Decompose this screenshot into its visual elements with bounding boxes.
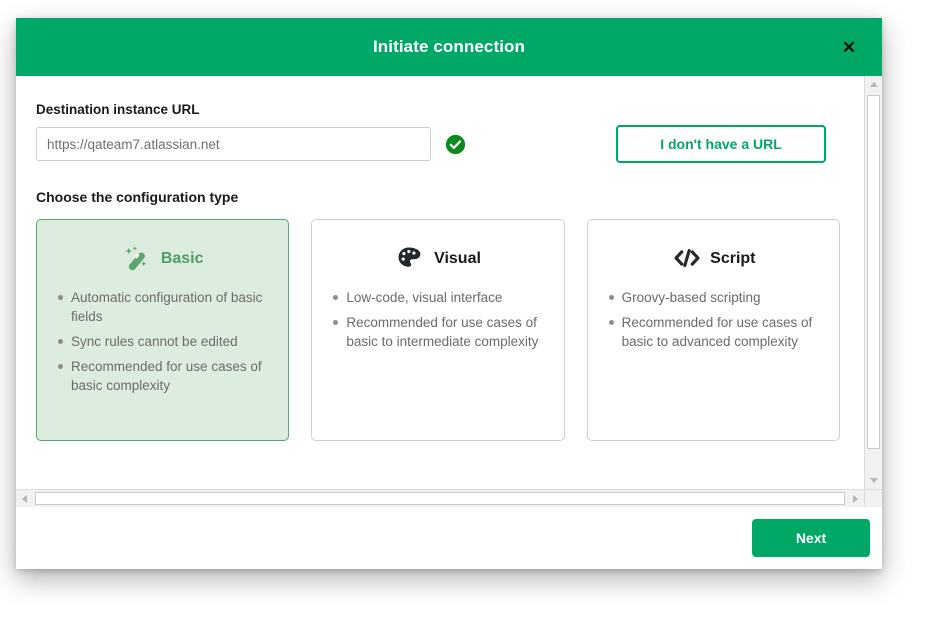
configuration-type-cards: Basic Automatic configuration of basic f… [36,219,840,441]
list-item: Sync rules cannot be edited [57,332,274,351]
dialog-body-wrapper: Destination instance URL I don't have a … [16,76,882,507]
vertical-scroll-track[interactable] [865,93,882,472]
scroll-down-icon[interactable] [865,472,882,489]
chevron-down-icon [869,478,878,483]
screen: Initiate connection ✕ Destination instan… [0,0,929,617]
configuration-type-label: Choose the configuration type [36,189,239,205]
chevron-up-icon [869,82,878,87]
url-row: I don't have a URL [36,125,840,163]
dialog-header: Initiate connection ✕ [16,18,882,76]
horizontal-scroll-track[interactable] [33,490,847,507]
vertical-scroll-thumb[interactable] [867,95,880,450]
code-brackets-icon [671,244,701,274]
config-card-visual[interactable]: Visual Low-code, visual interface Recomm… [311,219,565,441]
url-field-label: Destination instance URL [36,102,200,117]
list-item: Recommended for use cases of basic to ad… [608,313,825,351]
magic-wand-icon [122,244,152,274]
chevron-left-icon [22,494,27,503]
card-title-basic: Basic [160,250,204,267]
card-header-script: Script [602,242,825,276]
dialog-footer: Next [16,507,882,569]
list-item: Low-code, visual interface [333,288,549,307]
scroll-up-icon[interactable] [865,76,882,93]
horizontal-scroll-thumb[interactable] [35,492,845,505]
list-item: Recommended for use cases of basic compl… [57,357,274,395]
initiate-connection-dialog: Initiate connection ✕ Destination instan… [16,18,882,569]
list-item: Groovy-based scripting [608,288,825,307]
card-header-basic: Basic [51,242,274,276]
list-item: Automatic configuration of basic fields [57,288,274,326]
chevron-right-icon [853,494,858,503]
card-title-visual: Visual [434,250,481,267]
no-url-button[interactable]: I don't have a URL [616,125,826,163]
next-button[interactable]: Next [752,519,870,557]
config-card-script[interactable]: Script Groovy-based scripting Recommende… [586,219,840,441]
scroll-right-icon[interactable] [847,490,864,507]
list-item: Recommended for use cases of basic to in… [333,313,549,351]
close-icon[interactable]: ✕ [838,36,860,58]
config-card-basic[interactable]: Basic Automatic configuration of basic f… [36,219,290,441]
card-bullets-visual: Low-code, visual interface Recommended f… [326,288,549,351]
destination-url-input[interactable] [36,127,431,161]
card-header-visual: Visual [326,242,549,276]
scroll-left-icon[interactable] [16,490,33,507]
card-title-script: Script [710,250,756,267]
horizontal-scrollbar[interactable] [16,489,882,507]
palette-icon [395,244,425,274]
check-circle-icon [445,134,466,155]
dialog-content: Destination instance URL I don't have a … [16,76,864,489]
scrollbar-corner [864,490,882,507]
dialog-title: Initiate connection [372,37,526,56]
card-bullets-basic: Automatic configuration of basic fields … [51,288,274,395]
vertical-scrollbar[interactable] [864,76,882,489]
scroll-area: Destination instance URL I don't have a … [16,76,882,489]
card-bullets-script: Groovy-based scripting Recommended for u… [602,288,825,351]
